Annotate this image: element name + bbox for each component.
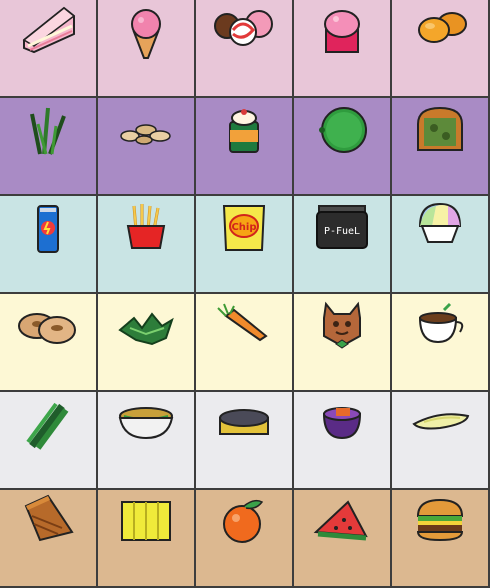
inventory-slot-peanuts[interactable] bbox=[98, 98, 194, 194]
noodle-bowl-icon bbox=[118, 407, 174, 440]
toast-icon bbox=[417, 106, 463, 151]
energy-drink-icon bbox=[37, 205, 59, 253]
chips-bag-label: Chip bbox=[231, 222, 256, 233]
ice-cream-cone-icon bbox=[131, 9, 161, 59]
inventory-slot-shaved-ice[interactable] bbox=[392, 196, 488, 292]
grass-icon bbox=[30, 107, 66, 155]
inventory-slot-carrot[interactable] bbox=[196, 294, 292, 390]
inventory-grid: Chip P-FueL bbox=[0, 0, 490, 588]
leafy-greens-icon bbox=[118, 312, 174, 346]
watermelon-icon bbox=[313, 500, 368, 541]
tart-icon bbox=[219, 409, 269, 435]
inventory-slot-toast[interactable] bbox=[392, 98, 488, 194]
peanuts-icon bbox=[120, 124, 171, 145]
inventory-slot-burger[interactable] bbox=[392, 490, 488, 586]
candy-icon bbox=[214, 10, 273, 46]
inventory-slot-peach[interactable] bbox=[196, 490, 292, 586]
cupcake-icon bbox=[324, 10, 360, 53]
inventory-slot-cheese[interactable] bbox=[98, 490, 194, 586]
celery-icon bbox=[26, 402, 69, 450]
inventory-slot-protein-tub[interactable]: P-FueL bbox=[294, 196, 390, 292]
pudding-cup-icon bbox=[229, 109, 259, 153]
protein-tub-label: P-FueL bbox=[324, 226, 360, 237]
pie-slice-icon bbox=[24, 494, 74, 542]
bagels-icon bbox=[18, 313, 76, 344]
inventory-slot-berry-bowl[interactable] bbox=[294, 392, 390, 488]
inventory-slot-ice-cream-cone[interactable] bbox=[98, 0, 194, 96]
chips-bag-icon: Chip bbox=[222, 205, 266, 251]
cake-slice-icon bbox=[22, 6, 76, 54]
inventory-slot-noodle-bowl[interactable] bbox=[98, 392, 194, 488]
bread-rolls-icon bbox=[418, 12, 467, 43]
inventory-slot-grass[interactable] bbox=[0, 98, 96, 194]
inventory-slot-pie-slice[interactable] bbox=[0, 490, 96, 586]
burger-icon bbox=[416, 498, 464, 542]
peach-icon bbox=[223, 499, 264, 543]
inventory-slot-pudding-cup[interactable] bbox=[196, 98, 292, 194]
protein-tub-icon: P-FueL bbox=[316, 205, 368, 249]
inventory-slot-watermelon[interactable] bbox=[294, 490, 390, 586]
inventory-slot-candy[interactable] bbox=[196, 0, 292, 96]
berry-bowl-icon bbox=[322, 407, 362, 440]
inventory-slot-cake-slice[interactable] bbox=[0, 0, 96, 96]
inventory-slot-chips-bag[interactable]: Chip bbox=[196, 196, 292, 292]
inventory-slot-celery[interactable] bbox=[0, 392, 96, 488]
inventory-slot-fries[interactable] bbox=[98, 196, 194, 292]
inventory-slot-coffee-cup[interactable] bbox=[392, 294, 488, 390]
carrot-icon bbox=[217, 303, 268, 342]
cookie-cat-icon bbox=[323, 301, 361, 349]
melon-icon bbox=[319, 107, 367, 153]
inventory-slot-bagels[interactable] bbox=[0, 294, 96, 390]
cheese-icon bbox=[121, 501, 171, 541]
inventory-slot-cucumber[interactable] bbox=[392, 392, 488, 488]
inventory-slot-cupcake[interactable] bbox=[294, 0, 390, 96]
shaved-ice-icon bbox=[418, 202, 462, 243]
inventory-slot-bread-rolls[interactable] bbox=[392, 0, 488, 96]
cucumber-icon bbox=[412, 413, 470, 430]
inventory-slot-cookie-cat[interactable] bbox=[294, 294, 390, 390]
inventory-slot-melon[interactable] bbox=[294, 98, 390, 194]
inventory-slot-energy-drink[interactable] bbox=[0, 196, 96, 292]
coffee-cup-icon bbox=[418, 302, 464, 344]
inventory-slot-tart[interactable] bbox=[196, 392, 292, 488]
fries-icon bbox=[126, 204, 166, 249]
inventory-slot-leafy-greens[interactable] bbox=[98, 294, 194, 390]
